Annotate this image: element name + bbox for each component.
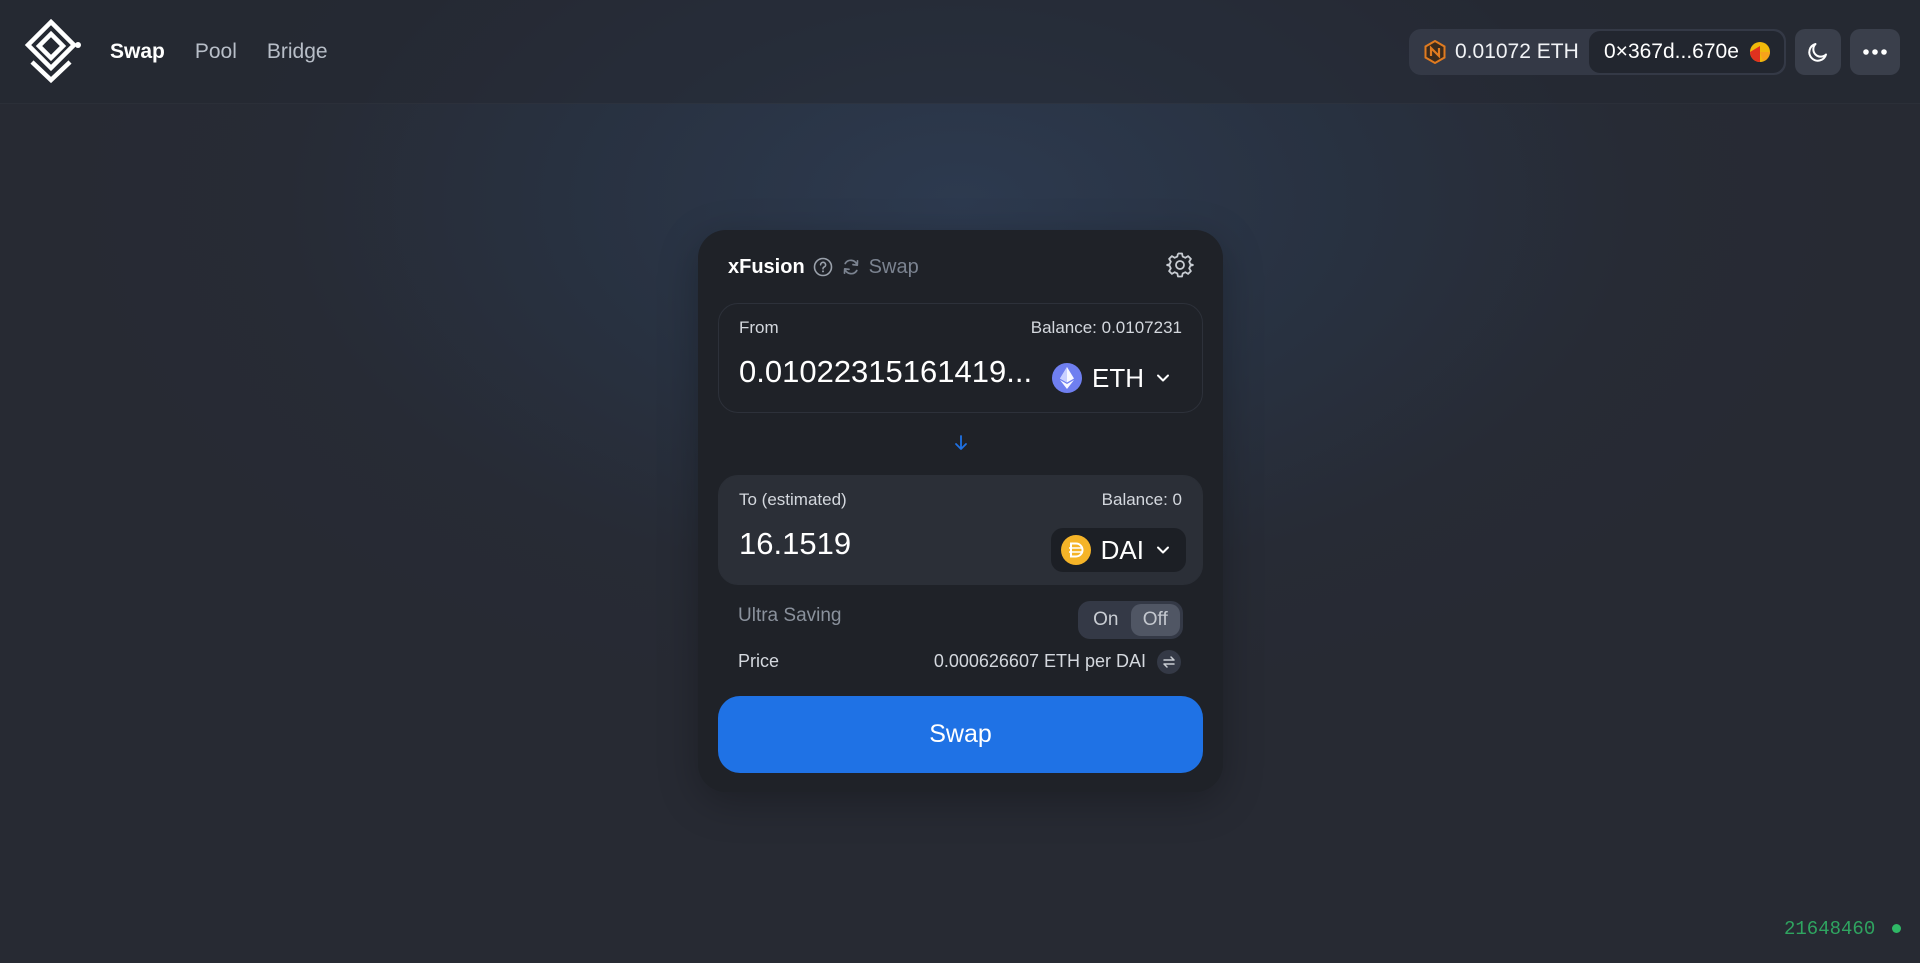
wallet-address: 0×367d...670e <box>1604 40 1739 63</box>
chevron-down-icon <box>1157 546 1169 554</box>
swap-card-header: xFusion Swap <box>728 252 919 282</box>
eth-token-icon <box>1052 363 1082 393</box>
from-amount-input[interactable] <box>739 354 1039 390</box>
settings-gear-icon[interactable] <box>1166 251 1194 279</box>
from-token-symbol: ETH <box>1092 362 1144 393</box>
refresh-icon[interactable] <box>841 257 861 277</box>
wallet-widget[interactable]: 0.01072 ETH 0×367d...670e <box>1409 29 1786 75</box>
status-dot-icon <box>1892 924 1901 933</box>
wallet-address-button[interactable]: 0×367d...670e <box>1589 31 1784 73</box>
app-logo-icon[interactable] <box>18 18 84 84</box>
more-menu-button[interactable] <box>1850 29 1900 75</box>
chevron-down-icon <box>1157 374 1169 382</box>
ultra-saving-label: Ultra Saving <box>738 605 842 626</box>
help-icon[interactable] <box>813 257 833 277</box>
ultra-saving-off[interactable]: Off <box>1130 604 1180 636</box>
more-dots-icon <box>1863 49 1887 55</box>
nav-pool[interactable]: Pool <box>195 40 237 64</box>
network-icon <box>1424 40 1446 64</box>
invert-price-button[interactable] <box>1157 650 1181 674</box>
to-amount-input[interactable] <box>739 526 1039 562</box>
to-balance: Balance: 0 <box>1101 490 1182 509</box>
moon-icon <box>1808 43 1827 62</box>
dai-token-icon <box>1060 535 1091 565</box>
swap-arrows-icon <box>1163 656 1175 668</box>
wallet-balance-value: 0.01072 ETH <box>1455 40 1579 63</box>
top-bar: Swap Pool Bridge 0.01072 ETH 0×367d...67… <box>0 0 1920 104</box>
account-avatar-icon <box>1749 42 1770 62</box>
brand-name: xFusion <box>728 255 805 278</box>
nav-swap[interactable]: Swap <box>110 40 165 64</box>
from-token-select[interactable]: ETH <box>1042 356 1186 400</box>
switch-direction-arrow-icon[interactable] <box>950 432 972 454</box>
wallet-balance[interactable]: 0.01072 ETH <box>1409 40 1589 64</box>
to-token-select[interactable]: DAI <box>1050 528 1186 572</box>
ultra-saving-on[interactable]: On <box>1081 604 1131 636</box>
nav-bridge[interactable]: Bridge <box>267 40 328 64</box>
from-label: From <box>739 318 779 337</box>
to-panel: To (estimated) Balance: 0 DAI <box>718 475 1203 585</box>
from-panel: From Balance: 0.0107231 ETH <box>718 303 1203 413</box>
swap-button[interactable]: Swap <box>718 696 1203 773</box>
to-label: To (estimated) <box>739 490 847 509</box>
to-token-symbol: DAI <box>1100 534 1144 565</box>
price-value: 0.000626607 ETH per DAI <box>933 651 1146 671</box>
block-number[interactable]: 21648460 <box>1784 918 1875 940</box>
main-nav: Swap Pool Bridge <box>110 0 328 104</box>
price-label: Price <box>738 651 780 671</box>
ultra-saving-toggle[interactable]: On Off <box>1078 601 1183 639</box>
from-balance[interactable]: Balance: 0.0107231 <box>1031 318 1182 338</box>
card-title: Swap <box>868 255 919 278</box>
theme-toggle-button[interactable] <box>1795 29 1841 75</box>
